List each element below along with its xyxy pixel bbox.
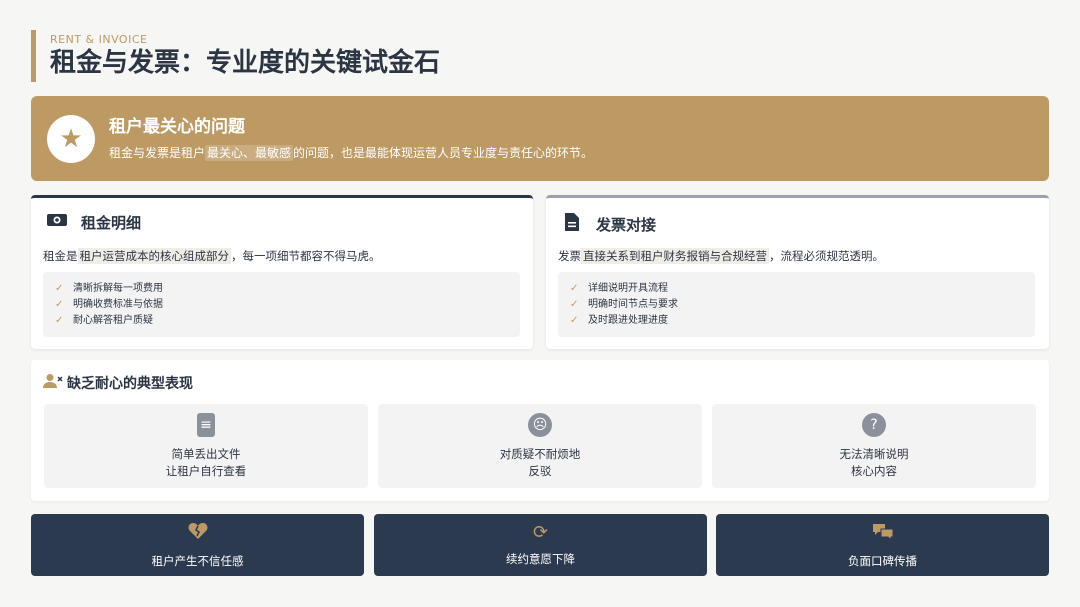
rent-card-title: 租金明细 — [81, 214, 142, 232]
document-icon — [560, 212, 584, 237]
question-icon: ? — [862, 412, 886, 437]
title-block: RENT & INVOICE 租金与发票：专业度的关键试金石 — [31, 30, 440, 82]
list-item: ✓ 明确时间节点与要求 — [570, 297, 1023, 313]
consequence-label: 续约意愿下降 — [506, 552, 575, 566]
user-x-icon — [43, 373, 63, 393]
symptom-card: ≡ 简单丢出文件 让租户自行查看 — [44, 404, 368, 488]
file-icon: ≡ — [197, 412, 215, 437]
invoice-card-title: 发票对接 — [596, 216, 657, 234]
banner-title: 租户最关心的问题 — [109, 116, 245, 137]
consequence-label: 负面口碑传播 — [848, 553, 917, 568]
impatience-section: 缺乏耐心的典型表现 ≡ 简单丢出文件 让租户自行查看 ☹ 对质疑不耐烦地 反驳 ? … — [31, 360, 1049, 501]
banner-text: 租金与发票是租户 最关心、最敏感 的问题，也是最能体现运营人员专业度与责任心的环节。 — [109, 144, 594, 161]
consequence-card: 负面口碑传播 — [716, 514, 1049, 576]
check-icon: ✓ — [55, 299, 64, 310]
consequence-card: 租户产生不信任感 — [31, 514, 364, 576]
impatience-title: 缺乏耐心的典型表现 — [67, 376, 193, 392]
key-concern-banner: ★ 租户最关心的问题 租金与发票是租户 最关心、最敏感 的问题，也是最能体现运营人员… — [31, 96, 1049, 181]
star-icon: ★ — [47, 114, 95, 163]
comments-icon — [872, 522, 894, 545]
list-item: ✓ 耐心解答租户质疑 — [55, 313, 508, 329]
symptom-card: ☹ 对质疑不耐烦地 反驳 — [378, 404, 702, 488]
list-item: ✓ 明确收费标准与依据 — [55, 297, 508, 313]
symptom-card: ? 无法清晰说明 核心内容 — [712, 404, 1036, 488]
list-item: ✓ 及时跟进处理进度 — [570, 313, 1023, 329]
broken-heart-icon — [188, 522, 208, 545]
consequence-card: ⟳ 续约意愿下降 — [374, 514, 707, 576]
refresh-icon: ⟳ — [532, 522, 549, 543]
eyebrow-label: RENT & INVOICE — [50, 33, 148, 46]
check-icon: ✓ — [570, 315, 579, 326]
invoice-checklist: ✓ 详细说明开具流程 ✓ 明确时间节点与要求 ✓ 及时跟进处理进度 — [558, 272, 1035, 337]
consequence-label: 租户产生不信任感 — [151, 553, 244, 568]
check-icon: ✓ — [55, 283, 64, 294]
page-title: 租金与发票：专业度的关键试金石 — [50, 48, 441, 78]
rent-detail-card: 租金明细 租金是 租户运营成本的核心组成部分 ，每一项细节都容不得马虎。 ✓ 清晰拆解… — [31, 195, 533, 349]
check-icon: ✓ — [55, 315, 64, 326]
list-item: ✓ 清晰拆解每一项费用 — [55, 281, 508, 297]
invoice-card: 发票对接 发票 直接关系到租户财务报销与合规经营 ，流程必须规范透明。 ✓ 详细说明开… — [546, 195, 1049, 349]
angry-face-icon: ☹ — [528, 412, 552, 437]
list-item: ✓ 详细说明开具流程 — [570, 281, 1023, 297]
money-icon — [45, 212, 69, 233]
check-icon: ✓ — [570, 283, 579, 294]
check-icon: ✓ — [570, 299, 579, 310]
rent-card-desc: 租金是 租户运营成本的核心组成部分 ，每一项细节都容不得马虎。 — [43, 248, 381, 264]
rent-checklist: ✓ 清晰拆解每一项费用 ✓ 明确收费标准与依据 ✓ 耐心解答租户质疑 — [43, 272, 520, 337]
invoice-card-desc: 发票 直接关系到租户财务报销与合规经营 ，流程必须规范透明。 — [558, 248, 884, 264]
